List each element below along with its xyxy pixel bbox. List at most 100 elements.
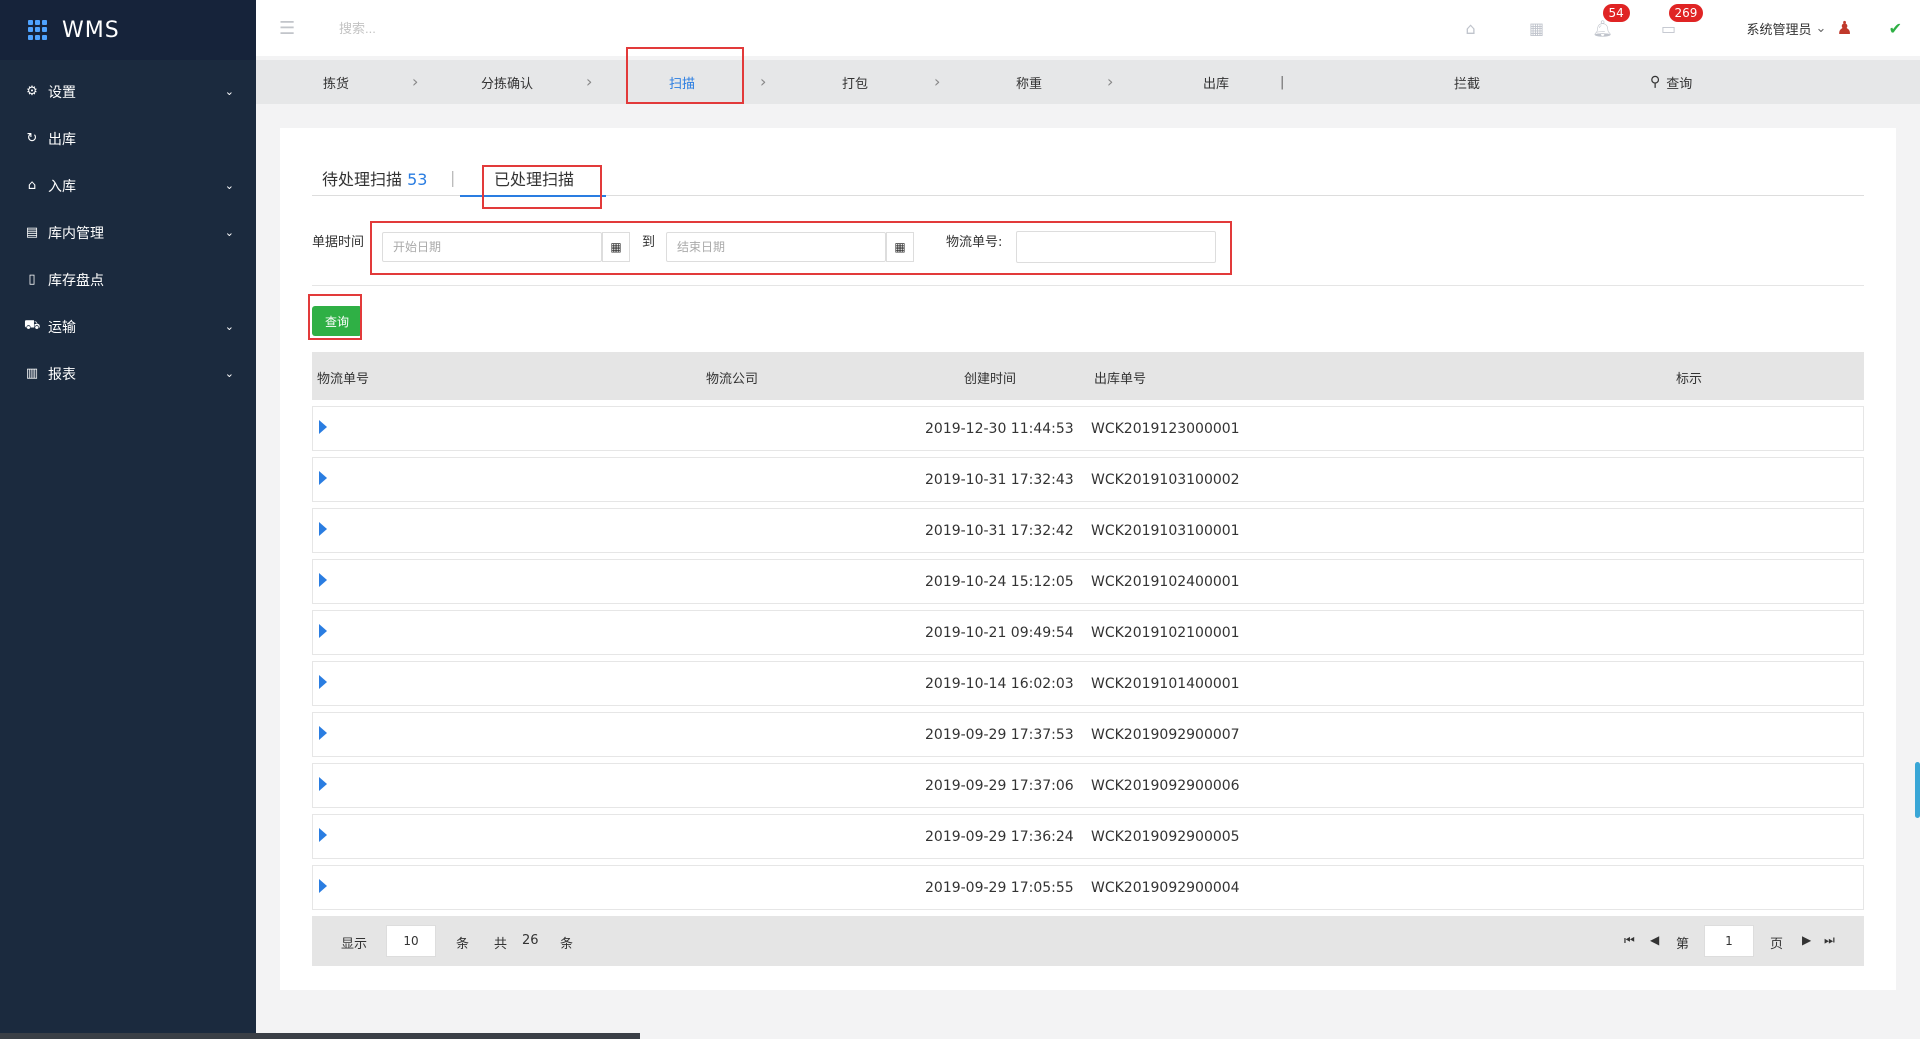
table-row[interactable]: 2019-10-31 17:32:43 WCK2019103100002 [312,457,1864,502]
expand-icon[interactable] [319,675,327,689]
tab-pending-scan[interactable]: 待处理扫描 53 [322,166,427,196]
table-row[interactable]: 2019-09-29 17:36:24 WCK2019092900005 [312,814,1864,859]
chevron-down-icon: ⌄ [224,320,234,333]
created-time: 2019-09-29 17:37:06 [925,778,1074,794]
home-icon[interactable]: ⌂ [1461,18,1481,38]
expand-icon[interactable] [319,420,327,434]
menu-toggle-icon[interactable]: ☰ [279,18,297,39]
user-menu[interactable]: 系统管理员 ⌄ [1747,19,1827,38]
user-name: 系统管理员 [1746,22,1812,38]
steps-query-label: 查询 [1666,76,1693,92]
sidebar-item-outbound[interactable]: ↻ 出库 [0,115,256,162]
step-outbound[interactable]: 出库 [1203,60,1229,104]
scan-panel: 待处理扫描 53 | 已处理扫描 单据时间 开始日期 ▦ 到 结束日期 ▦ 物流… [280,128,1896,990]
message-badge: 269 [1668,4,1704,22]
table-row[interactable]: 2019-10-14 16:02:03 WCK2019101400001 [312,661,1864,706]
expand-icon[interactable] [319,726,327,740]
page-number-input[interactable]: 1 [1704,925,1754,957]
bell-icon[interactable]: 🔔︎ 54 [1592,4,1630,38]
chevron-down-icon: ⌄ [224,226,234,239]
sidebar-item-warehouse-management[interactable]: ▤ 库内管理 ⌄ [0,209,256,256]
sidebar-item-transport[interactable]: ⛟ 运输 ⌄ [0,303,256,350]
table-row[interactable]: 2019-09-29 17:05:55 WCK2019092900004 [312,865,1864,910]
table-row[interactable]: 2019-12-30 11:44:53 WCK2019123000001 [312,406,1864,451]
expand-icon[interactable] [319,828,327,842]
step-weighing[interactable]: 称重 [1016,60,1042,104]
table-row[interactable]: 2019-10-24 15:12:05 WCK2019102400001 [312,559,1864,604]
chevron-down-icon: ⌄ [224,85,234,98]
sidebar: WMS ⚙ 设置 ⌄ ↻ 出库 ⌂ 入库 ⌄ ▤ 库内管理 ⌄ ▯ 库存盘点 ⛟… [0,0,256,1039]
status-icon[interactable]: ✔ [1889,19,1902,38]
show-label: 显示 [341,937,368,952]
sidebar-item-label: 设置 [48,84,76,101]
grid-logo-icon [28,20,48,40]
step-picking[interactable]: 拣货 [323,60,349,104]
gear-icon: ⚙ [26,84,38,99]
outbound-no: WCK2019092900006 [1091,778,1240,794]
next-page-icon[interactable]: ▶ [1802,933,1811,947]
table-row[interactable]: 2019-09-29 17:37:06 WCK2019092900006 [312,763,1864,808]
last-page-icon[interactable]: ⏭ [1824,933,1835,948]
column-marker[interactable]: 标示 [1676,368,1702,387]
step-divider: | [1280,74,1285,90]
sidebar-item-reports[interactable]: ▥ 报表 ⌄ [0,350,256,397]
tab-label: 待处理扫描 [322,170,403,189]
first-page-icon[interactable]: ⏮ [1624,933,1635,948]
total-label: 共 [494,937,508,952]
column-created-time[interactable]: 创建时间 [964,368,1016,387]
expand-icon[interactable] [319,522,327,536]
table-row[interactable]: 2019-10-31 17:32:42 WCK2019103100001 [312,508,1864,553]
divider [312,285,1864,286]
steps-query-button[interactable]: ⚲ 查询 [1650,60,1692,104]
created-time: 2019-10-31 17:32:42 [925,523,1074,539]
created-time: 2019-10-14 16:02:03 [925,676,1074,692]
highlight-box [370,221,1232,275]
truck-icon: ⛟ [24,318,41,333]
notification-badge: 54 [1602,4,1630,22]
outbound-no: WCK2019123000001 [1091,421,1240,437]
step-intercept[interactable]: 拦截 [1454,60,1480,104]
refresh-icon: ↻ [26,131,38,146]
avatar[interactable]: ♟ [1836,18,1852,39]
expand-icon[interactable] [319,471,327,485]
scrollbar[interactable] [1915,762,1920,818]
column-tracking-no[interactable]: 物流单号 [317,368,369,387]
table-row[interactable]: 2019-09-29 17:37:53 WCK2019092900007 [312,712,1864,757]
document-icon: ▯ [28,272,36,287]
created-time: 2019-09-29 17:36:24 [925,829,1074,845]
page-prefix: 第 [1676,937,1690,952]
step-sort-confirm[interactable]: 分拣确认 [481,60,533,104]
expand-icon[interactable] [319,777,327,791]
expand-icon[interactable] [319,879,327,893]
created-time: 2019-09-29 17:37:53 [925,727,1074,743]
sidebar-item-inbound[interactable]: ⌂ 入库 ⌄ [0,162,256,209]
table-row[interactable]: 2019-10-21 09:49:54 WCK2019102100001 [312,610,1864,655]
chevron-down-icon: ⌄ [224,367,234,380]
message-icon[interactable]: ▭ 269 [1659,4,1704,38]
created-time: 2019-10-24 15:12:05 [925,574,1074,590]
search-input[interactable] [339,20,639,36]
step-packing[interactable]: 打包 [842,60,868,104]
brand-name: WMS [62,17,120,43]
chevron-right-icon: › [412,72,419,91]
expand-icon[interactable] [319,624,327,638]
chevron-right-icon: › [934,72,941,91]
expand-icon[interactable] [319,573,327,587]
outbound-no: WCK2019092900007 [1091,727,1240,743]
chevron-right-icon: › [586,72,593,91]
column-logistics-company[interactable]: 物流公司 [706,368,758,387]
apps-grid-icon[interactable]: ▦ [1527,18,1547,38]
brand[interactable]: WMS [0,0,256,60]
created-time: 2019-10-31 17:32:43 [925,472,1074,488]
chevron-right-icon: › [760,72,767,91]
sidebar-item-settings[interactable]: ⚙ 设置 ⌄ [0,68,256,115]
bar-chart-icon: ▥ [25,366,39,381]
sidebar-item-inventory-count[interactable]: ▯ 库存盘点 [0,256,256,303]
outbound-no: WCK2019092900004 [1091,880,1240,896]
page-size-input[interactable]: 10 [386,925,436,957]
prev-page-icon[interactable]: ◀ [1650,933,1659,947]
sidebar-item-label: 入库 [48,178,76,195]
pagination: 显示 10 条 共 26 条 ⏮ ◀ 第 1 页 ▶ ⏭ [312,916,1864,966]
column-outbound-no[interactable]: 出库单号 [1094,368,1146,387]
outbound-no: WCK2019103100002 [1091,472,1240,488]
